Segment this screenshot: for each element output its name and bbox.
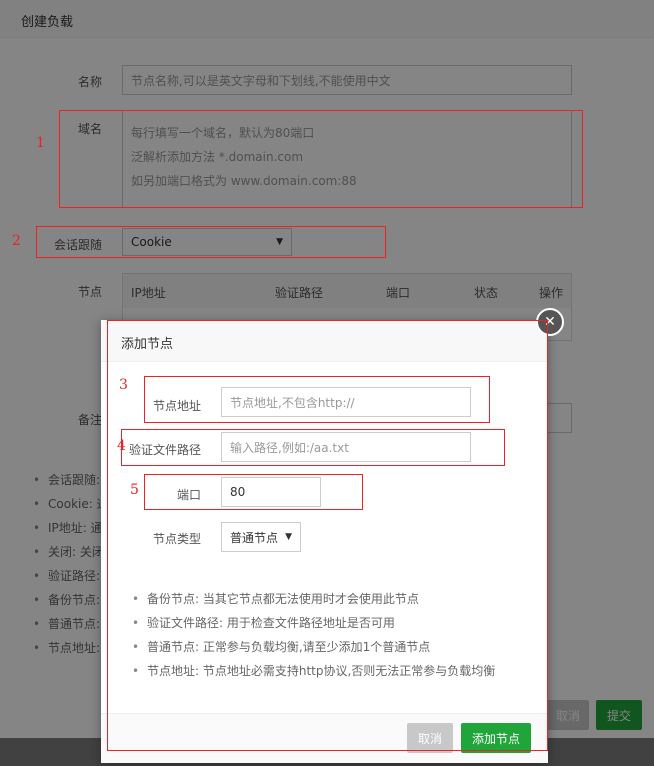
node-address-input[interactable]: 节点地址,不包含http://: [221, 387, 471, 417]
add-node-button[interactable]: 添加节点: [461, 723, 531, 753]
node-type-select[interactable]: 普通节点 ▼: [221, 522, 301, 552]
node-address-label: 节点地址: [152, 399, 201, 413]
annotation-number: 1: [36, 135, 45, 151]
verify-path-input[interactable]: 输入路径,例如:/aa.txt: [221, 432, 471, 462]
cancel-button[interactable]: 取消: [407, 723, 453, 753]
add-node-dialog: 添加节点 节点地址 节点地址,不包含http:// 验证文件路径 输入路径,例如…: [101, 320, 548, 763]
list-item: 节点地址: 节点地址必需支持http协议,否则无法正常参与负载均衡: [129, 659, 495, 683]
node-type-value: 普通节点: [230, 530, 279, 545]
annotation-number: 4: [117, 438, 126, 454]
caret-down-icon: ▼: [285, 532, 292, 542]
annotation-number: 3: [119, 377, 128, 393]
verify-path-label: 验证文件路径: [128, 443, 201, 457]
inner-tips-list: 备份节点: 当其它节点都无法使用时才会使用此节点 验证文件路径: 用于检查文件路…: [129, 587, 495, 683]
port-input[interactable]: 80: [221, 477, 321, 507]
annotation-number: 5: [130, 482, 139, 498]
inner-dialog-title: 添加节点: [121, 337, 174, 352]
inner-dialog-header: 添加节点: [101, 320, 548, 362]
list-item: 验证文件路径: 用于检查文件路径地址是否可用: [129, 611, 495, 635]
node-type-label: 节点类型: [152, 532, 201, 546]
annotation-number: 2: [12, 233, 21, 249]
list-item: 普通节点: 正常参与负载均衡,请至少添加1个普通节点: [129, 635, 495, 659]
list-item: 备份节点: 当其它节点都无法使用时才会使用此节点: [129, 587, 495, 611]
close-icon[interactable]: ✕: [536, 308, 564, 336]
